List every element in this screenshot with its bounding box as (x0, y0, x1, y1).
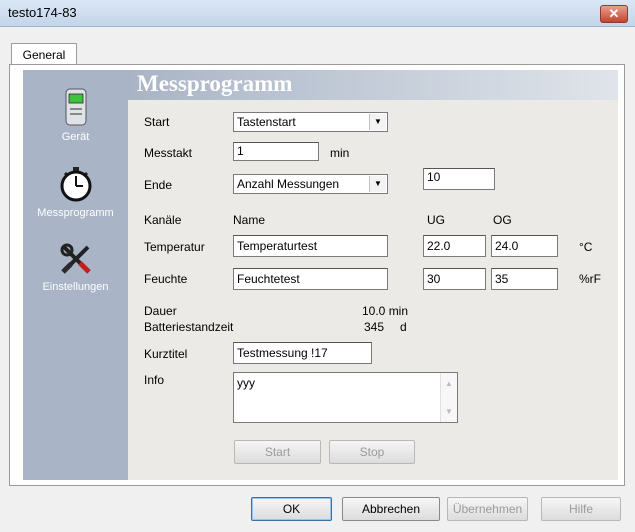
hilfe-button[interactable]: Hilfe (541, 497, 621, 521)
sidebar-item-label: Messprogramm (37, 207, 114, 219)
scroll-down-icon[interactable]: ▼ (441, 407, 457, 416)
tools-icon (60, 243, 91, 274)
og-header: OG (493, 213, 512, 227)
messtakt-input[interactable]: 1 (233, 142, 319, 161)
name-header: Name (233, 213, 266, 227)
vertical-scrollbar[interactable]: ▲ ▼ (440, 373, 457, 422)
info-text: yyy (237, 376, 255, 390)
sidebar-item-label: Gerät (61, 131, 90, 143)
ende-select-value: Anzahl Messungen (237, 177, 340, 191)
ende-count-input[interactable]: 10 (423, 168, 495, 190)
title-bar (0, 0, 635, 27)
channel-label-temperatur: Temperatur (144, 240, 205, 254)
sidebar-item-geraet[interactable]: Gerät (23, 88, 128, 143)
chevron-down-icon[interactable]: ▼ (369, 176, 386, 192)
sidebar-item-label: Einstellungen (42, 281, 109, 293)
chevron-down-icon[interactable]: ▼ (369, 114, 386, 130)
channel-og-feuchte[interactable]: 35 (491, 268, 558, 290)
channel-ug-temperatur[interactable]: 22.0 (423, 235, 486, 257)
channel-name-temperatur[interactable]: Temperaturtest (233, 235, 388, 257)
uebernehmen-button[interactable]: Übernehmen (447, 497, 528, 521)
batterie-label: Batteriestandzeit (144, 320, 234, 334)
window-title: testo174-83 (8, 5, 77, 20)
section-header: Messprogramm (128, 70, 618, 100)
channel-unit-feuchte: %rF (579, 272, 601, 286)
start-select-value: Tastenstart (237, 115, 296, 129)
close-button[interactable]: ✕ (600, 5, 628, 23)
ok-button[interactable]: OK (251, 497, 332, 521)
scroll-up-icon[interactable]: ▲ (441, 379, 457, 388)
sidebar-item-einstellungen[interactable]: Einstellungen (23, 242, 128, 293)
stop-button[interactable]: Stop (329, 440, 415, 464)
channel-og-temperatur[interactable]: 24.0 (491, 235, 558, 257)
info-label: Info (144, 373, 165, 387)
messtakt-unit: min (330, 146, 350, 160)
sidebar-item-messprogramm[interactable]: Messprogramm (23, 166, 128, 219)
channel-name-feuchte[interactable]: Feuchtetest (233, 268, 388, 290)
info-textarea[interactable]: yyy ▲ ▼ (233, 372, 458, 423)
stopwatch-icon (60, 167, 91, 202)
kurztitel-input[interactable]: Testmessung !17 (233, 342, 372, 364)
kanaele-header: Kanäle (144, 213, 182, 227)
abbrechen-button[interactable]: Abbrechen (342, 497, 440, 521)
batterie-unit: d (400, 320, 407, 334)
device-icon (65, 88, 86, 126)
dauer-value: 10.0 min (362, 304, 409, 318)
start-button[interactable]: Start (234, 440, 321, 464)
ende-select[interactable]: Anzahl Messungen ▼ (233, 174, 388, 194)
dauer-label: Dauer (144, 304, 177, 318)
start-label: Start (144, 115, 170, 129)
channel-ug-feuchte[interactable]: 30 (423, 268, 486, 290)
section-title: Messprogramm (137, 71, 293, 96)
messtakt-label: Messtakt (144, 146, 193, 160)
channel-unit-temperatur: °C (579, 240, 593, 254)
channel-label-feuchte: Feuchte (144, 272, 188, 286)
kurztitel-label: Kurztitel (144, 347, 188, 361)
ende-label: Ende (144, 178, 173, 192)
tab-general[interactable]: General (11, 43, 77, 66)
start-select[interactable]: Tastenstart ▼ (233, 112, 388, 132)
ug-header: UG (427, 213, 445, 227)
batterie-value: 345 (364, 320, 385, 334)
